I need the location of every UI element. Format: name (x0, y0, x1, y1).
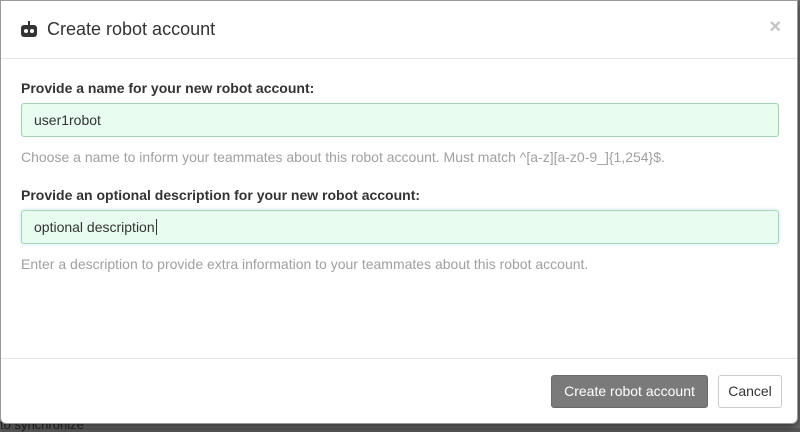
dialog-body: Provide a name for your new robot accoun… (1, 59, 797, 359)
dialog-title: Create robot account (47, 19, 216, 39)
description-label: Provide an optional description for your… (21, 187, 421, 203)
robot-name-value: user1robot (34, 112, 101, 128)
close-icon[interactable]: × (769, 17, 781, 37)
robot-icon (20, 20, 38, 39)
text-caret (155, 219, 157, 235)
robot-description-input[interactable]: optional description (21, 210, 779, 244)
robot-name-input[interactable]: user1robot (21, 103, 779, 137)
cancel-button[interactable]: Cancel (718, 374, 782, 408)
description-help-text: Enter a description to provide extra inf… (21, 256, 589, 272)
create-robot-account-button[interactable]: Create robot account (551, 374, 708, 408)
dialog-header: Create robot account × (1, 1, 797, 59)
dialog-footer: Create robot account Cancel (1, 359, 797, 423)
create-robot-dialog: Create robot account × Provide a name fo… (0, 0, 798, 424)
name-label: Provide a name for your new robot accoun… (21, 80, 315, 96)
name-help-text: Choose a name to inform your teammates a… (21, 149, 665, 165)
robot-description-value: optional description (34, 219, 155, 235)
